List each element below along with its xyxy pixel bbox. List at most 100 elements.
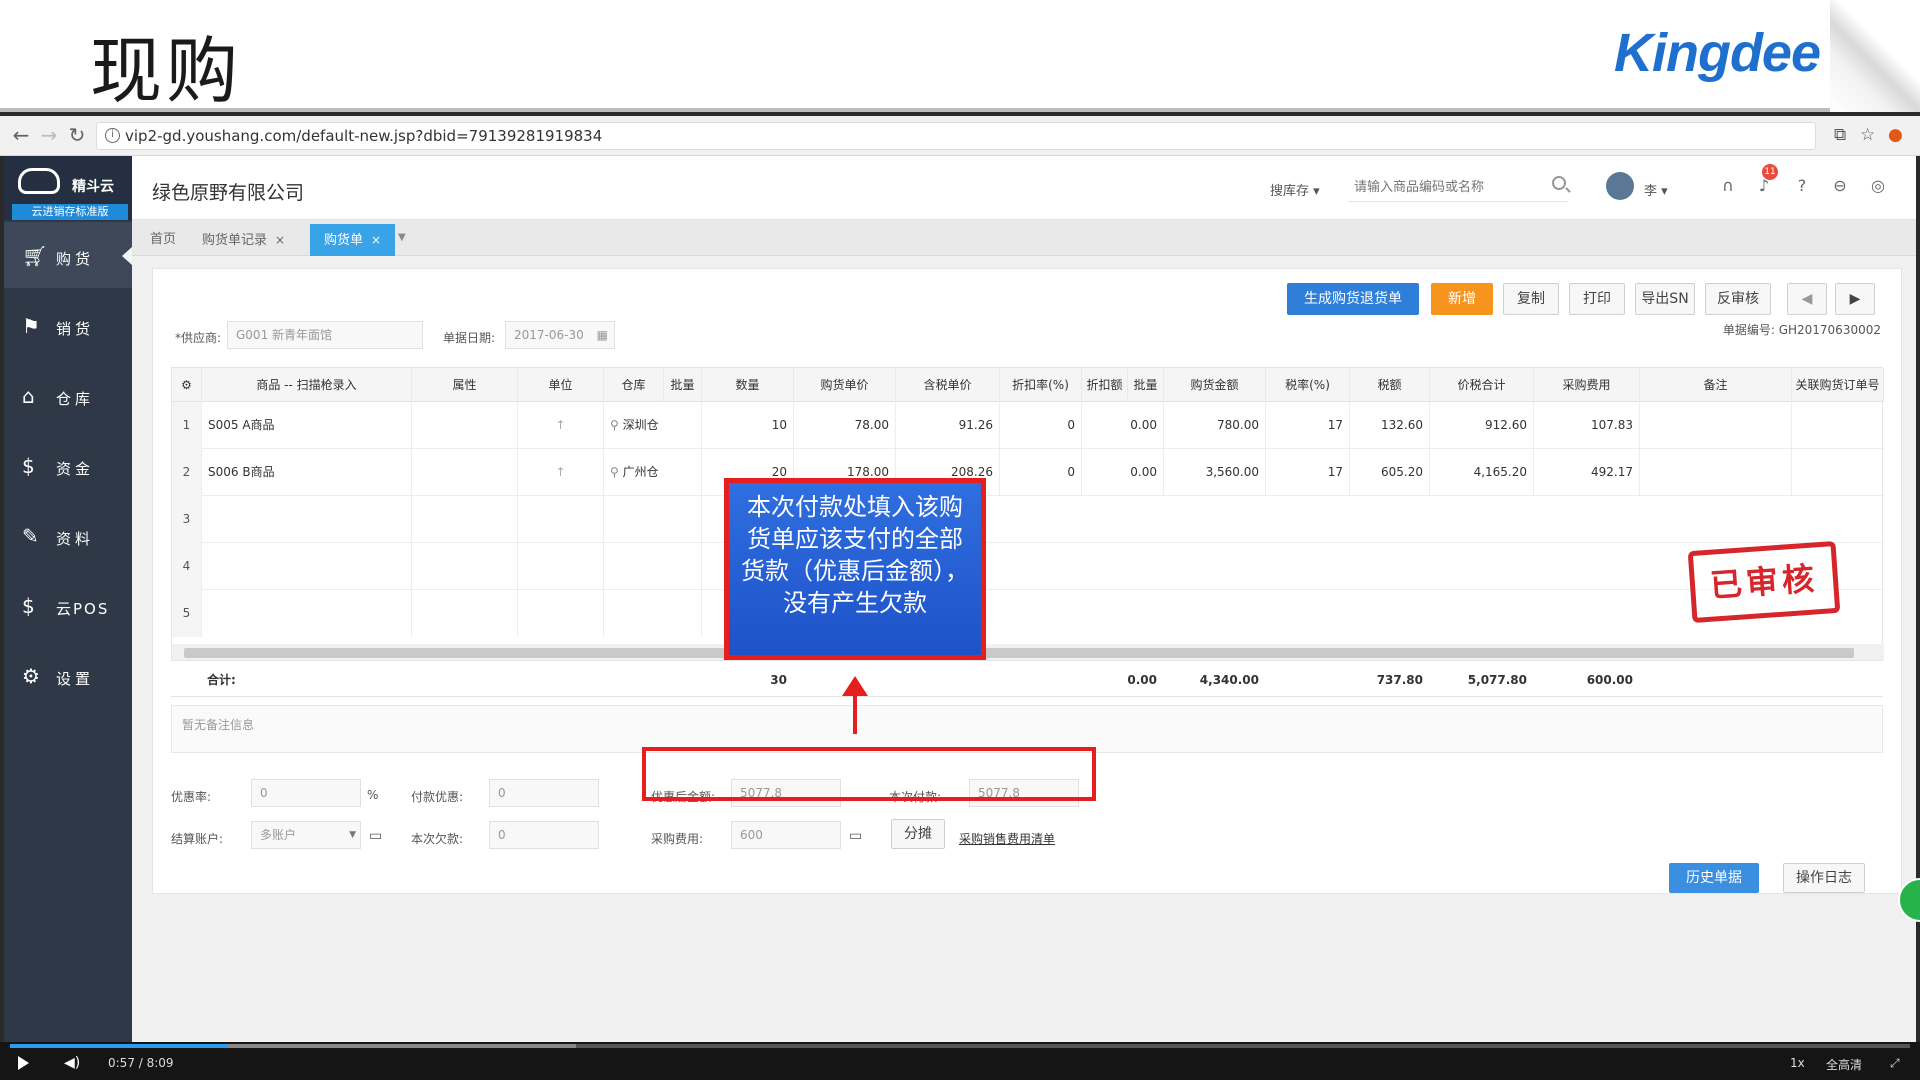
back-icon[interactable]: ←	[10, 124, 32, 146]
amount-cell[interactable]: 780.00	[1164, 402, 1266, 449]
account-select[interactable]: 多账户 ▼	[251, 821, 361, 849]
sidebar-item-pos[interactable]: $ 云POS	[4, 572, 132, 638]
search-icon[interactable]: ⚲	[610, 418, 619, 432]
supplier-field[interactable]: G001 新青年面馆	[227, 321, 423, 349]
tax-cell[interactable]: 132.60	[1350, 402, 1430, 449]
calendar-icon[interactable]: ▦	[597, 322, 608, 348]
prev-record-button[interactable]: ◀	[1787, 283, 1827, 315]
tax-rate-cell[interactable]: 17	[1266, 402, 1350, 449]
product-cell[interactable]: S005 A商品	[202, 402, 412, 449]
warehouse-cell[interactable]	[604, 543, 702, 590]
close-icon[interactable]: ×	[371, 233, 381, 247]
next-record-button[interactable]: ▶	[1835, 283, 1875, 315]
order-link-cell[interactable]	[1792, 402, 1884, 449]
search-icon[interactable]	[1552, 176, 1566, 190]
attribute-cell[interactable]	[412, 543, 518, 590]
unit-cell[interactable]	[518, 496, 604, 543]
fullscreen-icon[interactable]: ⤢	[1890, 1056, 1900, 1071]
purchase-fee-field[interactable]: 600	[731, 821, 841, 849]
product-cell[interactable]	[202, 543, 412, 590]
product-search-input[interactable]	[1348, 174, 1568, 202]
attribute-cell[interactable]	[412, 496, 518, 543]
attribute-cell[interactable]	[412, 590, 518, 637]
tab-purchase-order[interactable]: 购货单 ×	[310, 224, 396, 256]
sidebar-item-settings[interactable]: ⚙ 设置	[4, 642, 132, 708]
search-scope-dropdown[interactable]: 搜库存 ▾	[1270, 180, 1320, 199]
sidebar-item-warehouse[interactable]: ⌂ 仓库	[4, 362, 132, 428]
attribute-cell[interactable]	[412, 402, 518, 449]
discount-rate-cell[interactable]: 0	[1000, 402, 1082, 449]
tax-cell[interactable]: 605.20	[1350, 449, 1430, 496]
discount-amount-cell[interactable]: 0.00	[1082, 402, 1164, 449]
attribute-cell[interactable]	[412, 449, 518, 496]
sidebar-item-purchase[interactable]: 🛒︎ 购货	[4, 222, 132, 288]
sidebar-item-data[interactable]: ✎ 资料	[4, 502, 132, 568]
date-field[interactable]: 2017-06-30 ▦	[505, 321, 615, 349]
reload-icon[interactable]: ↻	[66, 124, 88, 146]
play-icon[interactable]	[18, 1056, 29, 1070]
operation-log-button[interactable]: 操作日志	[1783, 863, 1865, 893]
back-circle-icon[interactable]: ⊖	[1830, 176, 1850, 196]
order-link-cell[interactable]	[1792, 449, 1884, 496]
user-menu[interactable]: 李 ▾	[1644, 180, 1668, 199]
generate-return-button[interactable]: 生成购货退货单	[1287, 283, 1419, 315]
speed-button[interactable]: 1x	[1790, 1056, 1805, 1070]
warehouse-cell[interactable]: ⚲ 广州仓	[604, 449, 702, 496]
amount-cell[interactable]: 3,560.00	[1164, 449, 1266, 496]
power-icon[interactable]: ◎	[1868, 176, 1888, 196]
unit-cell[interactable]: ↑	[518, 402, 604, 449]
info-icon[interactable]: i	[105, 128, 120, 143]
fee-cell[interactable]: 107.83	[1534, 402, 1640, 449]
forward-icon[interactable]: →	[38, 124, 60, 146]
unit-cell[interactable]: ↑	[518, 449, 604, 496]
product-cell[interactable]	[202, 496, 412, 543]
price-cell[interactable]: 78.00	[794, 402, 896, 449]
unaudit-button[interactable]: 反审核	[1705, 283, 1771, 315]
table-row[interactable]: 2 S006 B商品 ↑ ⚲ 广州仓 20 178.00 208.26 0 0.…	[172, 449, 1884, 496]
horizontal-scrollbar[interactable]	[172, 644, 1884, 660]
chevron-down-icon[interactable]: ▼	[398, 232, 406, 243]
unit-cell[interactable]	[518, 590, 604, 637]
folder-icon[interactable]: ▭	[849, 828, 862, 844]
discount-rate-field[interactable]: 0	[251, 779, 361, 807]
copy-button[interactable]: 复制	[1503, 283, 1559, 315]
headset-icon[interactable]: ∩	[1718, 176, 1738, 196]
table-row[interactable]: 5	[172, 590, 1884, 637]
discount-amount-cell[interactable]: 0.00	[1082, 449, 1164, 496]
extension-icon[interactable]: ●	[1888, 125, 1903, 145]
folder-icon[interactable]: ▭	[369, 828, 382, 844]
search-icon[interactable]: ⚲	[610, 465, 619, 479]
split-button[interactable]: 分摊	[891, 819, 945, 849]
translate-icon[interactable]: ⧉	[1834, 125, 1846, 145]
settings-column-icon[interactable]: ⚙	[172, 368, 202, 402]
history-button[interactable]: 历史单据	[1669, 863, 1759, 893]
warehouse-cell[interactable]	[604, 496, 702, 543]
product-cell[interactable]: S006 B商品	[202, 449, 412, 496]
sidebar-item-funds[interactable]: $ 资金	[4, 432, 132, 498]
debt-field[interactable]: 0	[489, 821, 599, 849]
table-row[interactable]: 4	[172, 543, 1884, 590]
fee-list-link[interactable]: 采购销售费用清单	[959, 830, 1055, 847]
progress-bar[interactable]	[10, 1044, 1910, 1048]
help-icon[interactable]: ?	[1792, 176, 1812, 196]
new-button[interactable]: 新增	[1431, 283, 1493, 315]
tab-purchase-records[interactable]: 购货单记录 ×	[188, 224, 299, 256]
scrollbar-thumb[interactable]	[184, 648, 1854, 658]
sidebar-item-sales[interactable]: ⚑ 销货	[4, 292, 132, 358]
remark-cell[interactable]	[1640, 449, 1792, 496]
chevron-down-icon[interactable]: ▼	[349, 822, 356, 848]
warehouse-cell[interactable]	[604, 590, 702, 637]
pay-discount-field[interactable]: 0	[489, 779, 599, 807]
tax-price-cell[interactable]: 91.26	[896, 402, 1000, 449]
tax-rate-cell[interactable]: 17	[1266, 449, 1350, 496]
quality-button[interactable]: 全高清	[1826, 1056, 1862, 1073]
total-cell[interactable]: 912.60	[1430, 402, 1534, 449]
remark-cell[interactable]	[1640, 402, 1792, 449]
table-row[interactable]: 1 S005 A商品 ↑ ⚲ 深圳仓 10 78.00 91.26 0 0.00…	[172, 402, 1884, 449]
volume-icon[interactable]: ◀)	[64, 1055, 80, 1071]
table-row[interactable]: 3	[172, 496, 1884, 543]
tab-home[interactable]: 首页	[136, 224, 190, 256]
bookmark-star-icon[interactable]: ☆	[1860, 125, 1875, 145]
unit-cell[interactable]	[518, 543, 604, 590]
remark-textarea[interactable]: 暂无备注信息	[171, 705, 1883, 753]
